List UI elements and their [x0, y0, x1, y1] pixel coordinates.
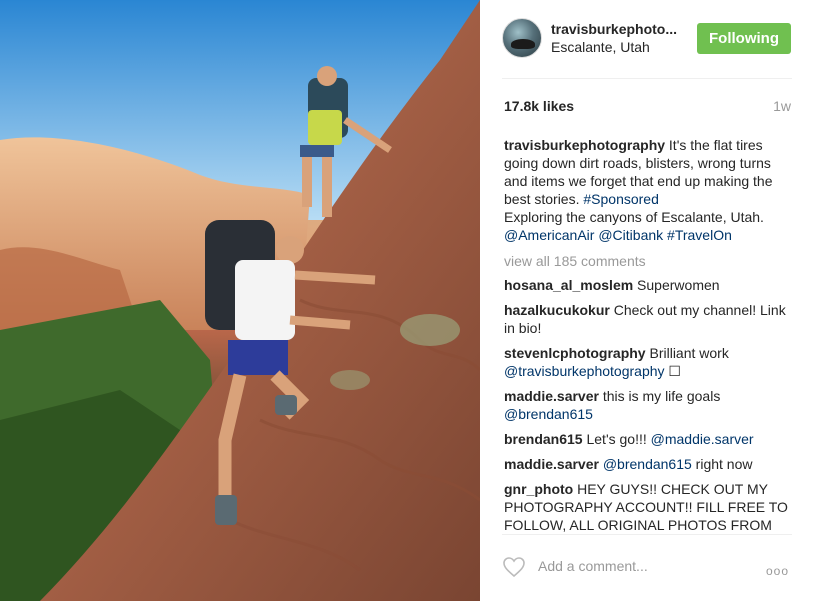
post-sidebar: travisburkephoto... Escalante, Utah Foll…	[480, 0, 815, 601]
comment-mention[interactable]: @brendan615	[504, 406, 593, 422]
comment: hazalkucukokur Check out my channel! Lin…	[504, 301, 794, 337]
comment-mention[interactable]: @travisburkephotography	[504, 363, 665, 379]
hashtag-sponsored[interactable]: #Sponsored	[583, 191, 659, 207]
comment: hosana_al_moslem Superwomen	[504, 276, 794, 294]
comment-author[interactable]: gnr_photo	[504, 481, 573, 497]
caption-author[interactable]: travisburkephotography	[504, 137, 665, 153]
comment: maddie.sarver @brendan615 right now	[504, 455, 794, 473]
comment-text: Brilliant work	[645, 345, 729, 361]
post-header: travisburkephoto... Escalante, Utah Foll…	[480, 0, 815, 78]
comment-author[interactable]: hazalkucukokur	[504, 302, 610, 318]
comment-text: this is my life goals	[598, 388, 721, 404]
likes-row: 17.8k likes 1w	[504, 98, 791, 116]
comment-author[interactable]: brendan615	[504, 431, 583, 447]
comment: brendan615 Let's go!!! @maddie.sarver	[504, 430, 794, 448]
comment-author[interactable]: maddie.sarver	[504, 388, 599, 404]
caption: travisburkephotography It's the flat tir…	[504, 136, 794, 244]
avatar[interactable]	[502, 18, 542, 58]
hashtag-travelon[interactable]: #TravelOn	[667, 227, 732, 243]
comment-footer: Add a comment... ooo	[480, 534, 815, 601]
likes-count[interactable]: 17.8k likes	[504, 98, 574, 114]
comment-author[interactable]: hosana_al_moslem	[504, 277, 633, 293]
caption-text-2: Exploring the canyons of Escalante, Utah…	[504, 209, 764, 225]
following-button[interactable]: Following	[697, 23, 791, 54]
view-all-comments-link[interactable]: view all 185 comments	[504, 252, 794, 270]
comment-mention[interactable]: @brendan615	[603, 456, 692, 472]
header-divider	[502, 78, 792, 79]
post-location[interactable]: Escalante, Utah	[551, 39, 650, 55]
add-comment-input[interactable]: Add a comment...	[538, 558, 648, 574]
heart-icon[interactable]	[502, 556, 526, 578]
mention-americanair[interactable]: @AmericanAir	[504, 227, 594, 243]
comment-tail: right now	[691, 456, 753, 472]
comment-mention[interactable]: @maddie.sarver	[651, 431, 754, 447]
comment: gnr_photo HEY GUYS!! CHECK OUT MY PHOTOG…	[504, 480, 794, 534]
comment: maddie.sarver this is my life goals @bre…	[504, 387, 794, 423]
comment-author[interactable]: stevenlcphotography	[504, 345, 646, 361]
comment: stevenlcphotography Brilliant work @trav…	[504, 344, 794, 380]
comment-text: Superwomen	[633, 277, 720, 293]
comment-author[interactable]: maddie.sarver	[504, 456, 599, 472]
post-photo[interactable]	[0, 0, 480, 601]
comment-text: Let's go!!!	[582, 431, 651, 447]
comments-feed: travisburkephotography It's the flat tir…	[504, 136, 794, 541]
more-options-icon[interactable]: ooo	[766, 564, 789, 578]
comment-tail: ☐	[664, 363, 681, 379]
mention-citibank[interactable]: @Citibank	[598, 227, 663, 243]
post-username[interactable]: travisburkephoto...	[551, 21, 677, 37]
post-photo-illustration	[0, 0, 480, 601]
post-age[interactable]: 1w	[773, 98, 791, 114]
